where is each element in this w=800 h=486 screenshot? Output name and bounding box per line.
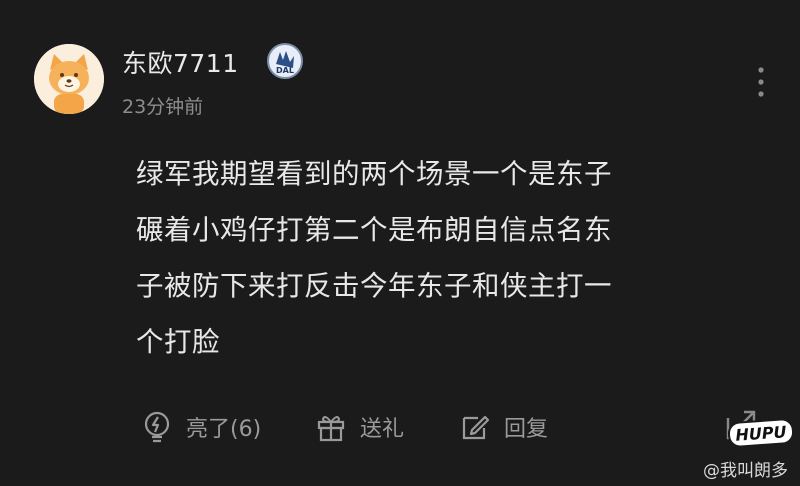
like-count-label: 亮了(6) bbox=[186, 417, 262, 442]
mavericks-badge-icon[interactable]: DAL bbox=[266, 42, 304, 80]
gift-icon bbox=[317, 416, 345, 442]
edit-reply-icon bbox=[462, 415, 490, 440]
post-content: 绿军我期望看到的两个场景一个是东子 碾着小鸡仔打第二个是布朗自信点名东 子被防下… bbox=[136, 158, 612, 358]
more-options-icon[interactable] bbox=[752, 64, 770, 100]
username[interactable]: 东欧7711 bbox=[122, 44, 239, 80]
lightbulb-icon bbox=[144, 411, 170, 443]
post-timestamp: 23分钟前 bbox=[122, 96, 204, 118]
like-button[interactable]: 亮了(6) bbox=[140, 404, 261, 450]
dog-avatar-icon bbox=[34, 44, 104, 114]
watermark-author: @我叫朗多 bbox=[703, 461, 788, 481]
gift-button[interactable]: 送礼 bbox=[314, 404, 404, 450]
reply-button[interactable]: 回复 bbox=[458, 404, 548, 450]
reply-label: 回复 bbox=[504, 417, 549, 442]
team-badge-text: DAL bbox=[276, 66, 294, 75]
action-bar: 亮了(6) 送礼 回复 bbox=[140, 404, 740, 450]
hupu-logo: HUPU bbox=[727, 417, 795, 449]
user-avatar[interactable] bbox=[34, 44, 104, 114]
gift-label: 送礼 bbox=[360, 417, 405, 442]
